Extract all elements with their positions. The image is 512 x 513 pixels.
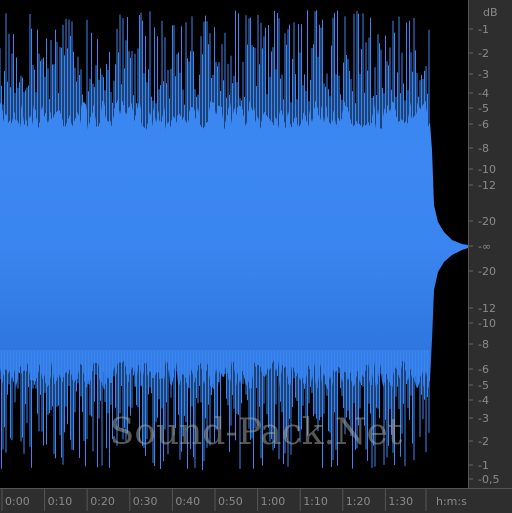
db-tick-label: -6 [478,363,489,376]
db-tick-label: -5 [478,102,489,115]
waveform-display[interactable] [0,0,468,488]
db-tick-label: -2 [478,435,489,448]
db-tick-label: -20 [478,215,496,228]
time-tick-label: 0:50 [218,495,243,508]
db-tick-label: -12 [478,179,496,192]
waveform-canvas[interactable] [0,0,468,488]
time-tick-label: 0:00 [5,495,30,508]
time-tick-label: 1:20 [346,495,371,508]
time-tick-label: 1:30 [388,495,413,508]
time-tick-label: 1:00 [261,495,286,508]
time-tick-label: 0:20 [90,495,115,508]
db-tick-label: -6 [478,118,489,131]
db-scale-canvas: dB -1 -2 -3 -4 -5 -6 -8 -10 -12 -20 -∞ -20 -12 -10 -8 -6… [469,6,499,486]
time-ruler[interactable]: 0:00 0:10 0:20 0:30 0:40 0:50 1:00 1:10 1:20 1:30… [0,488,512,512]
db-tick-label: -1 [478,23,489,36]
db-tick-label: -10 [478,163,496,176]
db-tick-label: -8 [478,142,489,155]
db-tick-label: -10 [478,317,496,330]
waveform-body [0,100,468,390]
time-format-label: h:m:s [436,495,467,508]
db-tick-label: -4 [478,394,489,407]
db-tick-label: -3 [478,412,489,425]
db-tick-label: -3 [478,68,489,81]
db-tick-label: -20 [478,265,496,278]
time-ruler-canvas: 0:00 0:10 0:20 0:30 0:40 0:50 1:00 1:10 1:20 1:30… [1,489,467,511]
db-scale-ruler: dB -1 -2 -3 -4 -5 -6 -8 -10 -12 -20 -∞ -20 -12 -10 -8 -6… [468,0,512,488]
time-tick-label: 0:40 [175,495,200,508]
db-tick-label: -0,5 [478,473,499,486]
db-tick-label: -4 [478,87,489,100]
db-tick-label: -1 [478,459,489,472]
db-tick-label: -2 [478,47,489,60]
time-tick-label: 0:10 [48,495,73,508]
db-tick-label: -12 [478,302,496,315]
db-tick-label: -∞ [478,240,491,253]
db-unit-label: dB [483,6,498,19]
time-tick-label: 1:10 [303,495,328,508]
time-tick-label: 0:30 [133,495,158,508]
db-tick-label: -5 [478,379,489,392]
db-tick-label: -8 [478,338,489,351]
